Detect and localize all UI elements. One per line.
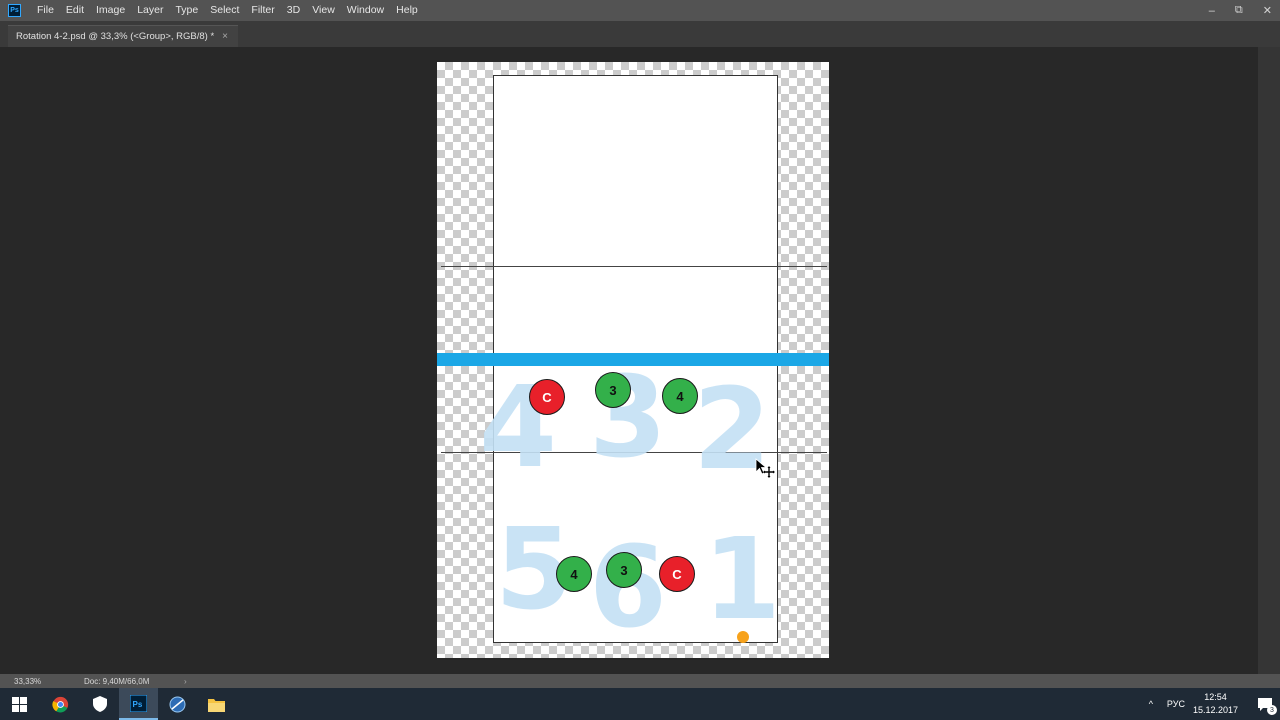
ball: [737, 631, 749, 643]
menu-file[interactable]: File: [31, 0, 60, 21]
document-tab-bar: Rotation 4-2.psd @ 33,3% (<Group>, RGB/8…: [0, 21, 1280, 47]
document-tab-title: Rotation 4-2.psd @ 33,3% (<Group>, RGB/8…: [16, 31, 215, 42]
chrome-icon[interactable]: [41, 688, 80, 720]
zone-number: 6: [589, 523, 667, 653]
doc-size: Doc: 9,40M/66,0M: [84, 676, 150, 686]
zoom-level[interactable]: 33,33%: [0, 677, 84, 686]
menu-help[interactable]: Help: [390, 0, 424, 21]
windows-start-icon[interactable]: [0, 688, 39, 720]
menu-image[interactable]: Image: [90, 0, 131, 21]
right-panel-strip: [1258, 47, 1280, 674]
language-indicator[interactable]: РУС: [1167, 699, 1185, 709]
notification-center-icon[interactable]: 3: [1250, 688, 1280, 720]
tray-expand-icon[interactable]: ^: [1149, 699, 1153, 709]
minimize-icon[interactable]: –: [1209, 5, 1215, 17]
security-shield-icon[interactable]: [80, 688, 119, 720]
svg-text:Ps: Ps: [133, 700, 143, 709]
player-token[interactable]: 4: [662, 378, 698, 414]
system-tray: ^ РУС 12:54 15.12.2017 3: [1149, 688, 1280, 720]
move-cursor-icon: [755, 458, 775, 478]
status-menu-arrow-icon[interactable]: ›: [184, 677, 187, 686]
document-tab[interactable]: Rotation 4-2.psd @ 33,3% (<Group>, RGB/8…: [8, 25, 239, 47]
notification-count: 3: [1267, 705, 1277, 715]
menu-window[interactable]: Window: [341, 0, 390, 21]
tab-close-icon[interactable]: ×: [222, 31, 228, 42]
menu-select[interactable]: Select: [204, 0, 245, 21]
photoshop-logo-icon[interactable]: Ps: [8, 4, 21, 17]
clock[interactable]: 12:54 15.12.2017: [1193, 691, 1238, 717]
taskbar: Ps ^ РУС 12:54 15.12.2017 3: [0, 688, 1280, 720]
player-token[interactable]: 3: [595, 372, 631, 408]
time: 12:54: [1204, 692, 1227, 702]
restore-icon[interactable]: ⧉: [1235, 4, 1243, 17]
attack-line-top: [441, 266, 827, 267]
status-bar: 33,33% Doc: 9,40M/66,0M ›: [0, 674, 1280, 688]
app-icon[interactable]: [158, 688, 197, 720]
menu-type[interactable]: Type: [169, 0, 204, 21]
player-token[interactable]: 3: [606, 552, 642, 588]
menu-3d[interactable]: 3D: [281, 0, 306, 21]
player-token[interactable]: C: [659, 556, 695, 592]
menu-view[interactable]: View: [306, 0, 341, 21]
photoshop-icon[interactable]: Ps: [119, 688, 158, 720]
zone-number: 1: [703, 515, 781, 645]
date: 15.12.2017: [1192, 705, 1238, 715]
player-token[interactable]: 4: [556, 556, 592, 592]
menu-filter[interactable]: Filter: [245, 0, 280, 21]
player-token[interactable]: C: [529, 379, 565, 415]
menu-layer[interactable]: Layer: [131, 0, 169, 21]
window-controls: – ⧉ ✕: [1209, 0, 1272, 21]
menu-edit[interactable]: Edit: [60, 0, 90, 21]
file-explorer-icon[interactable]: [197, 688, 236, 720]
document-canvas[interactable]: 4 3 2 5 6 1 C 3 4 4 3 C: [437, 62, 829, 658]
menu-bar: Ps File Edit Image Layer Type Select Fil…: [0, 0, 1280, 21]
close-icon[interactable]: ✕: [1263, 4, 1272, 17]
